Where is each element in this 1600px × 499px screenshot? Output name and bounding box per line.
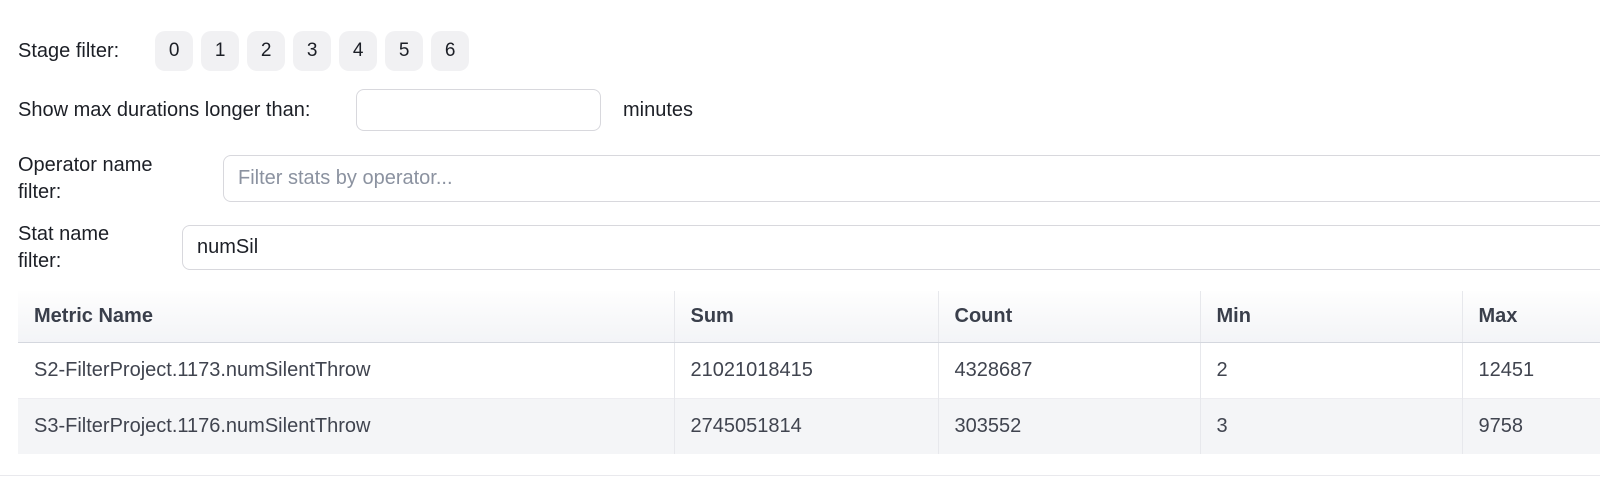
stage-filter-button-5[interactable]: 5 xyxy=(385,31,423,71)
stage-stats-panel: Stage filter: 0123456 Show max durations… xyxy=(0,31,1600,499)
stage-filter-button-4[interactable]: 4 xyxy=(339,31,377,71)
stage-filter-button-0[interactable]: 0 xyxy=(155,31,193,71)
table-cell: 2 xyxy=(1200,343,1462,399)
table-header-row: Metric NameSumCountMinMax xyxy=(18,291,1600,343)
table-cell: 21021018415 xyxy=(674,343,938,399)
table-cell: 303552 xyxy=(938,399,1200,455)
metric-name-cell: S3-FilterProject.1176.numSilentThrow xyxy=(18,399,674,455)
table-cell: 12451 xyxy=(1462,343,1600,399)
metric-name-cell: S2-FilterProject.1173.numSilentThrow xyxy=(18,343,674,399)
table-row: S2-FilterProject.1173.numSilentThrow2102… xyxy=(18,343,1600,399)
table-cell: 3 xyxy=(1200,399,1462,455)
operator-filter-row: Operator name filter: xyxy=(18,155,1600,202)
stage-filter-label: Stage filter: xyxy=(18,38,119,65)
stat-filter-label: Stat name filter: xyxy=(18,221,128,275)
stat-filter-row: Stat name filter: xyxy=(18,225,1600,270)
table-cell: 9758 xyxy=(1462,399,1600,455)
stage-filter-button-3[interactable]: 3 xyxy=(293,31,331,71)
stage-filter-button-6[interactable]: 6 xyxy=(431,31,469,71)
stat-filter-label-box: Stat name filter: xyxy=(18,221,182,275)
column-header-min: Min xyxy=(1200,291,1462,343)
stage-filter-row: Stage filter: 0123456 xyxy=(18,31,1600,71)
duration-input[interactable] xyxy=(356,89,601,131)
operator-filter-label-box: Operator name filter: xyxy=(18,152,223,206)
section-divider xyxy=(0,475,1600,476)
column-header-metric-name: Metric Name xyxy=(18,291,674,343)
stage-filter-button-1[interactable]: 1 xyxy=(201,31,239,71)
operator-filter-label: Operator name filter: xyxy=(18,152,168,206)
table-cell: 4328687 xyxy=(938,343,1200,399)
stage-filter-button-2[interactable]: 2 xyxy=(247,31,285,71)
duration-unit-label: minutes xyxy=(623,97,693,124)
table-row: S3-FilterProject.1176.numSilentThrow2745… xyxy=(18,399,1600,455)
operator-filter-input[interactable] xyxy=(223,155,1600,202)
column-header-sum: Sum xyxy=(674,291,938,343)
duration-filter-row: Show max durations longer than: minutes xyxy=(18,88,1600,132)
duration-filter-label: Show max durations longer than: xyxy=(18,97,356,124)
column-header-count: Count xyxy=(938,291,1200,343)
metrics-table: Metric NameSumCountMinMax S2-FilterProje… xyxy=(18,291,1600,454)
stage-filter-buttons: 0123456 xyxy=(155,31,469,71)
stat-filter-input[interactable] xyxy=(182,225,1600,270)
column-header-max: Max xyxy=(1462,291,1600,343)
table-cell: 2745051814 xyxy=(674,399,938,455)
